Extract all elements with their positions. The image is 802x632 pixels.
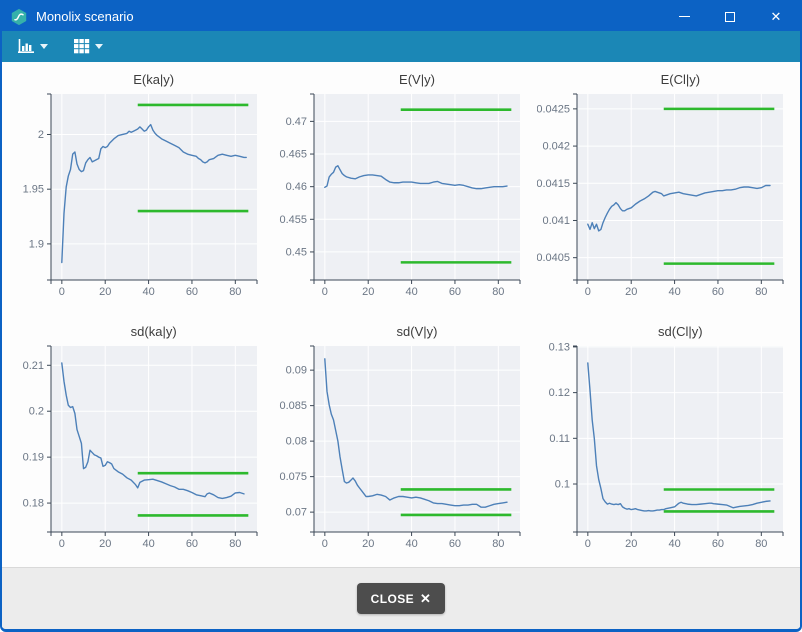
grid-icon xyxy=(74,39,90,54)
monolix-scenario-window: Monolix scenario ✕ xyxy=(0,0,802,632)
svg-text:40: 40 xyxy=(405,286,417,298)
svg-text:0.085: 0.085 xyxy=(279,400,307,412)
close-window-button[interactable]: ✕ xyxy=(760,5,792,29)
svg-text:20: 20 xyxy=(99,538,111,550)
close-icon: ✕ xyxy=(771,10,782,23)
chart-cell-e-cl: E(Cl|y) 0.0405 0.041 0.0415 0.042 0.0425 0 20 4… xyxy=(533,72,796,316)
svg-text:0.47: 0.47 xyxy=(286,116,307,128)
close-x-icon: ✕ xyxy=(420,591,431,607)
maximize-icon xyxy=(725,12,735,22)
svg-text:0.455: 0.455 xyxy=(279,214,307,226)
svg-text:20: 20 xyxy=(362,538,374,550)
svg-text:60: 60 xyxy=(449,538,461,550)
svg-text:0.19: 0.19 xyxy=(22,451,43,463)
chart-sd-ka: 0.18 0.19 0.2 0.21 0 20 40 60 80 xyxy=(11,341,265,555)
svg-text:0.465: 0.465 xyxy=(279,149,307,161)
svg-text:2: 2 xyxy=(38,129,44,141)
chart-e-cl: 0.0405 0.041 0.0415 0.042 0.0425 0 20 40 60 80 xyxy=(537,89,791,303)
window-title: Monolix scenario xyxy=(36,9,668,24)
chevron-down-icon xyxy=(95,44,103,49)
svg-text:20: 20 xyxy=(625,286,637,298)
charts-grid: E(ka|y) 1.91.952020406080 E(V|y) 0.450.4… xyxy=(2,62,800,567)
svg-text:0.12: 0.12 xyxy=(549,387,570,399)
svg-text:80: 80 xyxy=(229,286,241,298)
toolbar xyxy=(2,31,800,62)
svg-text:0.1: 0.1 xyxy=(555,478,570,490)
layout-grid-dropdown-button[interactable] xyxy=(68,35,109,58)
svg-text:40: 40 xyxy=(669,286,681,298)
svg-text:0.08: 0.08 xyxy=(286,435,307,447)
svg-text:20: 20 xyxy=(362,286,374,298)
svg-text:0.07: 0.07 xyxy=(286,506,307,518)
svg-text:40: 40 xyxy=(142,286,154,298)
chart-e-v: 0.45 0.455 0.46 0.465 0.47 0 20 40 60 80 xyxy=(274,89,528,303)
svg-text:0.042: 0.042 xyxy=(543,141,571,153)
chart-cell-sd-cl: sd(Cl|y) 0.1 0.11 0.12 0.13 0 20 40 60 80 xyxy=(533,324,796,568)
svg-text:60: 60 xyxy=(712,538,724,550)
svg-text:0: 0 xyxy=(58,286,64,298)
footer: CLOSE ✕ xyxy=(2,567,800,629)
svg-text:0.13: 0.13 xyxy=(549,341,570,353)
svg-text:60: 60 xyxy=(712,286,724,298)
chart-title: sd(ka|y) xyxy=(11,324,265,339)
chart-type-dropdown-button[interactable] xyxy=(12,35,54,58)
svg-text:0.2: 0.2 xyxy=(28,405,43,417)
svg-text:80: 80 xyxy=(756,538,768,550)
svg-text:0.0425: 0.0425 xyxy=(537,103,570,115)
svg-text:0.21: 0.21 xyxy=(22,359,43,371)
svg-text:0.041: 0.041 xyxy=(543,215,571,227)
titlebar: Monolix scenario ✕ xyxy=(2,2,800,31)
svg-text:1.95: 1.95 xyxy=(22,184,43,196)
chart-sd-v: 0.07 0.075 0.08 0.085 0.09 0 20 40 60 80 xyxy=(274,341,528,555)
close-button-label: CLOSE xyxy=(371,592,414,606)
chart-title: E(ka|y) xyxy=(11,72,265,87)
svg-text:0.45: 0.45 xyxy=(286,246,307,258)
svg-text:80: 80 xyxy=(229,538,241,550)
monolix-logo-icon xyxy=(10,8,28,26)
svg-text:0.11: 0.11 xyxy=(550,432,571,444)
svg-text:60: 60 xyxy=(185,538,197,550)
svg-text:0.0405: 0.0405 xyxy=(537,252,570,264)
chart-sd-cl: 0.1 0.11 0.12 0.13 0 20 40 60 80 xyxy=(537,341,791,555)
svg-text:80: 80 xyxy=(492,286,504,298)
svg-text:0: 0 xyxy=(322,286,328,298)
bar-chart-icon xyxy=(18,39,35,54)
svg-text:40: 40 xyxy=(142,538,154,550)
svg-text:0: 0 xyxy=(585,286,591,298)
minimize-icon xyxy=(679,16,690,17)
chevron-down-icon xyxy=(40,44,48,49)
svg-text:80: 80 xyxy=(756,286,768,298)
chart-cell-sd-v: sd(V|y) 0.07 0.075 0.08 0.085 0.09 0 20 40 60 80 xyxy=(269,324,532,568)
svg-text:40: 40 xyxy=(669,538,681,550)
svg-text:40: 40 xyxy=(405,538,417,550)
svg-text:80: 80 xyxy=(492,538,504,550)
svg-text:0.46: 0.46 xyxy=(286,181,307,193)
maximize-button[interactable] xyxy=(714,5,746,29)
svg-text:0.09: 0.09 xyxy=(286,364,307,376)
chart-title: E(Cl|y) xyxy=(537,72,791,87)
minimize-button[interactable] xyxy=(668,5,700,29)
chart-title: E(V|y) xyxy=(274,72,528,87)
close-button[interactable]: CLOSE ✕ xyxy=(357,583,446,614)
chart-title: sd(Cl|y) xyxy=(537,324,791,339)
svg-text:1.9: 1.9 xyxy=(28,238,43,250)
svg-text:0: 0 xyxy=(585,538,591,550)
svg-text:20: 20 xyxy=(625,538,637,550)
chart-e-ka: 1.91.952020406080 xyxy=(11,89,265,303)
svg-text:20: 20 xyxy=(99,286,111,298)
svg-text:60: 60 xyxy=(185,286,197,298)
svg-text:0.18: 0.18 xyxy=(22,497,43,509)
svg-text:0.0415: 0.0415 xyxy=(537,178,570,190)
svg-text:60: 60 xyxy=(449,286,461,298)
svg-text:0: 0 xyxy=(58,538,64,550)
chart-cell-sd-ka: sd(ka|y) 0.18 0.19 0.2 0.21 0 20 40 60 80 xyxy=(6,324,269,568)
svg-text:0.075: 0.075 xyxy=(279,471,307,483)
chart-title: sd(V|y) xyxy=(274,324,528,339)
chart-cell-e-v: E(V|y) 0.45 0.455 0.46 0.465 0.47 0 20 40 60 80 xyxy=(269,72,532,316)
chart-cell-e-ka: E(ka|y) 1.91.952020406080 xyxy=(6,72,269,316)
svg-text:0: 0 xyxy=(322,538,328,550)
